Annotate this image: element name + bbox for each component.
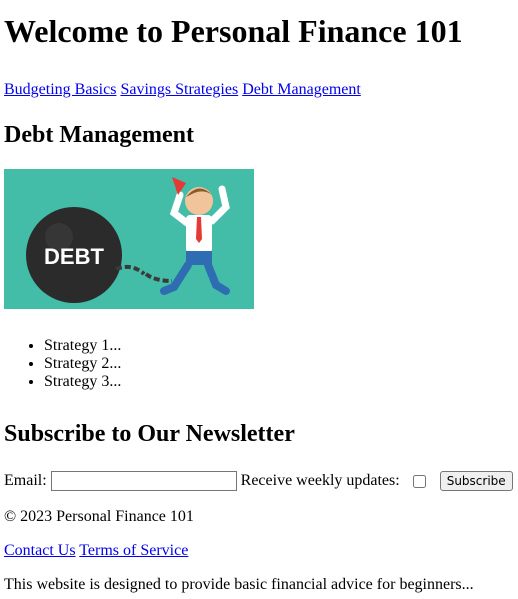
footer-links: Contact Us Terms of Service	[4, 542, 514, 560]
debt-section: Debt Management DEBT Strategy 1... Strat…	[4, 121, 514, 391]
nav-link-budgeting-basics[interactable]: Budgeting Basics	[4, 81, 116, 98]
page-title: Welcome to Personal Finance 101	[4, 13, 463, 49]
debt-section-heading: Debt Management	[4, 122, 194, 148]
weekly-updates-checkbox[interactable]	[412, 474, 426, 488]
footer-link-terms-of-service[interactable]: Terms of Service	[79, 542, 188, 559]
main-nav: Budgeting Basics Savings Strategies Debt…	[4, 80, 514, 99]
newsletter-section: Subscribe to Our Newsletter Email: Recei…	[4, 420, 514, 492]
weekly-updates-label: Receive weekly updates:	[240, 472, 400, 489]
newsletter-heading: Subscribe to Our Newsletter	[4, 421, 295, 447]
footer-note: This website is designed to provide basi…	[4, 576, 474, 593]
list-item: Strategy 2...	[44, 355, 514, 373]
site-footer: © 2023 Personal Finance 101 Contact Us T…	[4, 508, 514, 594]
copyright-text: © 2023 Personal Finance 101	[4, 508, 194, 525]
email-field[interactable]	[50, 471, 237, 491]
site-header: Welcome to Personal Finance 101 Budgetin…	[4, 0, 514, 99]
footer-link-contact-us[interactable]: Contact Us	[4, 542, 76, 559]
strategy-list: Strategy 1... Strategy 2... Strategy 3..…	[4, 337, 514, 391]
newsletter-form: Email: Receive weekly updates: Subscribe	[4, 470, 514, 492]
list-item: Strategy 3...	[44, 373, 514, 391]
subscribe-button[interactable]: Subscribe	[439, 471, 513, 491]
list-item: Strategy 1...	[44, 337, 514, 355]
nav-link-debt-management[interactable]: Debt Management	[242, 81, 361, 98]
nav-link-savings-strategies[interactable]: Savings Strategies	[120, 81, 238, 98]
debt-ball-label: DEBT	[44, 244, 104, 269]
email-label: Email:	[4, 472, 47, 489]
debt-illustration: DEBT	[4, 169, 254, 309]
